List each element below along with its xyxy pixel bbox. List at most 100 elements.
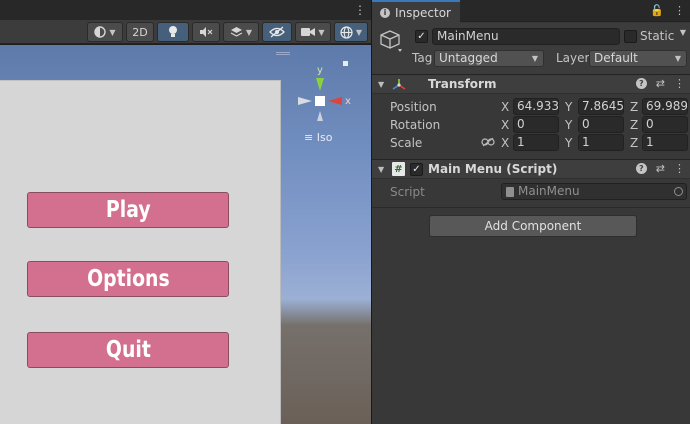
mode-2d-button[interactable]: 2D bbox=[126, 22, 154, 42]
add-component-label: Add Component bbox=[484, 219, 582, 233]
options-menu-button[interactable]: Options bbox=[27, 261, 229, 297]
presets-icon[interactable]: ⇄ bbox=[656, 162, 665, 175]
scale-y-axis-label[interactable]: Y bbox=[565, 136, 572, 150]
fold-arrow-icon[interactable]: ▼ bbox=[378, 165, 384, 174]
panel-resize-handle[interactable] bbox=[276, 52, 290, 55]
chevron-down-icon: ▼ bbox=[245, 27, 253, 37]
gameobject-name-input[interactable]: MainMenu bbox=[432, 28, 620, 45]
component-divider bbox=[372, 207, 690, 208]
eye-hidden-icon bbox=[269, 26, 285, 38]
chevron-down-icon: ▼ bbox=[674, 54, 681, 63]
effects-toggle-button[interactable]: ▼ bbox=[223, 22, 259, 42]
tab-inspector[interactable]: i Inspector bbox=[372, 0, 460, 23]
script-component-title: Main Menu (Script) bbox=[428, 162, 558, 176]
position-label: Position bbox=[390, 100, 437, 114]
rotation-z-axis-label[interactable]: Z bbox=[630, 118, 638, 132]
scale-z-input[interactable]: 1 bbox=[642, 134, 688, 151]
scene-camera-button[interactable]: ▼ bbox=[295, 22, 331, 42]
position-x-input[interactable]: 64.9331 bbox=[513, 98, 559, 115]
scale-x-input[interactable]: 1 bbox=[513, 134, 559, 151]
shading-sphere-icon bbox=[94, 26, 107, 38]
gizmo-negx-arrow[interactable] bbox=[298, 97, 312, 105]
gizmo-center-cube[interactable] bbox=[315, 96, 325, 106]
play-menu-button[interactable]: Play bbox=[27, 192, 229, 228]
help-icon[interactable]: ? bbox=[635, 163, 647, 174]
inspector-tab-bar: i Inspector 🔓 ⋮ bbox=[372, 0, 690, 23]
gameobject-cube-icon[interactable] bbox=[379, 29, 403, 53]
scale-y-input[interactable]: 1 bbox=[578, 134, 624, 151]
audio-toggle-button[interactable] bbox=[192, 22, 220, 42]
chevron-down-icon[interactable]: ▼ bbox=[680, 28, 686, 37]
scene-viewport[interactable]: Play Options Quit y x ≡ Iso bbox=[0, 45, 371, 424]
transform-icon bbox=[392, 79, 406, 90]
transform-component-header[interactable]: ▼ Transform ? ⇄ ⋮ bbox=[372, 74, 690, 94]
info-icon: i bbox=[380, 7, 390, 18]
script-enabled-checkbox[interactable]: ✓ bbox=[410, 163, 423, 176]
transform-tools: ? ⇄ ⋮ bbox=[635, 77, 685, 90]
csharp-script-icon: # bbox=[392, 162, 405, 176]
lighting-toggle-button[interactable] bbox=[157, 22, 189, 42]
quit-menu-button[interactable]: Quit bbox=[27, 332, 229, 368]
gizmos-button[interactable]: ▼ bbox=[334, 22, 368, 42]
chevron-down-icon: ▼ bbox=[355, 27, 363, 37]
scene-visibility-button[interactable] bbox=[262, 22, 292, 42]
script-reference-field: MainMenu bbox=[501, 183, 687, 200]
projection-toggle[interactable]: ≡ Iso bbox=[304, 131, 332, 144]
more-options-icon[interactable]: ⋮ bbox=[674, 4, 685, 17]
menu-lines-icon: ≡ bbox=[304, 131, 314, 144]
constrain-proportions-link-icon[interactable] bbox=[481, 137, 495, 147]
camera-icon bbox=[301, 28, 316, 36]
scale-x-axis-label[interactable]: X bbox=[501, 136, 509, 150]
shading-mode-button[interactable]: ▼ bbox=[87, 22, 123, 42]
rotation-y-input[interactable]: 0 bbox=[578, 116, 624, 133]
rotation-x-axis-label[interactable]: X bbox=[501, 118, 509, 132]
fold-arrow-icon[interactable]: ▼ bbox=[378, 80, 384, 89]
chevron-down-icon: ▼ bbox=[531, 54, 538, 63]
static-checkbox[interactable] bbox=[624, 30, 637, 43]
rotation-z-input[interactable]: 0 bbox=[642, 116, 688, 133]
active-checkbox[interactable]: ✓ bbox=[415, 30, 428, 43]
inspector-panel: i Inspector 🔓 ⋮ ✓ MainMenu Static ▼ Tag … bbox=[371, 0, 690, 424]
lock-icon[interactable]: 🔓 bbox=[650, 4, 664, 17]
position-y-axis-label[interactable]: Y bbox=[565, 100, 572, 114]
ui-canvas-panel[interactable]: Play Options Quit bbox=[0, 80, 281, 424]
add-component-button[interactable]: Add Component bbox=[429, 215, 637, 237]
quit-label: Quit bbox=[105, 337, 151, 363]
more-options-icon[interactable]: ⋮ bbox=[674, 77, 685, 90]
more-options-icon[interactable]: ⋮ bbox=[674, 162, 685, 175]
orientation-gizmo[interactable]: y x bbox=[292, 55, 352, 129]
globe-icon bbox=[340, 25, 353, 39]
script-reference-value: MainMenu bbox=[518, 184, 580, 198]
gizmo-x-label: x bbox=[345, 96, 351, 107]
position-z-input[interactable]: 69.9897 bbox=[642, 98, 688, 115]
rotation-x-input[interactable]: 0 bbox=[513, 116, 559, 133]
script-component-header[interactable]: ▼ # ✓ Main Menu (Script) ? ⇄ ⋮ bbox=[372, 159, 690, 179]
scale-z-axis-label[interactable]: Z bbox=[630, 136, 638, 150]
gizmo-y-label: y bbox=[317, 65, 323, 76]
light-bulb-icon bbox=[169, 26, 177, 37]
more-options-icon[interactable]: ⋮ bbox=[354, 3, 366, 17]
tag-dropdown[interactable]: Untagged ▼ bbox=[434, 50, 544, 67]
tag-value: Untagged bbox=[439, 51, 498, 65]
play-label: Play bbox=[105, 197, 151, 223]
gizmo-negy-arrow[interactable] bbox=[317, 111, 323, 121]
script-component-tools: ? ⇄ ⋮ bbox=[635, 162, 685, 175]
rotation-y-axis-label[interactable]: Y bbox=[565, 118, 572, 132]
layer-label: Layer bbox=[556, 51, 590, 65]
object-picker-icon[interactable] bbox=[674, 187, 683, 196]
tab-inspector-label: Inspector bbox=[395, 5, 451, 20]
rotation-label: Rotation bbox=[390, 118, 441, 132]
scene-tab-strip: ⋮ bbox=[0, 0, 371, 20]
help-icon[interactable]: ? bbox=[635, 78, 647, 89]
gizmo-x-arrow[interactable] bbox=[328, 97, 342, 105]
scene-view: ⋮ ▼ 2D ▼ ▼ ▼ Play Options Quit y x ≡ Iso bbox=[0, 0, 371, 424]
position-y-input[interactable]: 7.86455 bbox=[578, 98, 624, 115]
presets-icon[interactable]: ⇄ bbox=[656, 77, 665, 90]
layer-dropdown[interactable]: Default ▼ bbox=[589, 50, 687, 67]
position-x-axis-label[interactable]: X bbox=[501, 100, 509, 114]
gameobject-header: ✓ MainMenu Static ▼ Tag Untagged ▼ Layer… bbox=[372, 23, 690, 75]
chevron-down-icon: ▼ bbox=[109, 27, 116, 37]
position-z-axis-label[interactable]: Z bbox=[630, 100, 638, 114]
static-label: Static bbox=[640, 29, 675, 43]
gizmo-y-arrow[interactable] bbox=[316, 78, 324, 91]
